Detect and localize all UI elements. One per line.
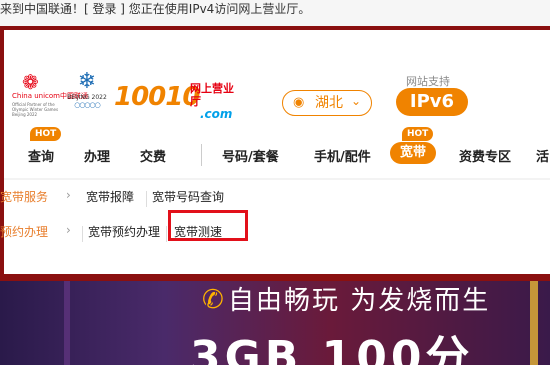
banner-decoration: [64, 281, 70, 365]
nav-divider: [201, 144, 202, 166]
site-logo-cn: 网上营业厅: [190, 82, 234, 108]
unicom-logo[interactable]: ❁ China unicom中国联通 Official Partner of t…: [12, 70, 88, 122]
nav-item-activity[interactable]: 活: [536, 146, 549, 165]
province-selector[interactable]: ◉ 湖北 ⌄: [282, 90, 372, 116]
submenu-link-reserve-broadband[interactable]: 宽带预约办理: [88, 223, 160, 240]
page-content: ❁ China unicom中国联通 Official Partner of t…: [0, 30, 550, 274]
link-divider: [82, 226, 83, 242]
promo-banner[interactable]: ✆ 自由畅玩 为发烧而生 3GB 100分: [0, 281, 550, 365]
hot-badge: HOT: [30, 127, 62, 141]
site-header: ❁ China unicom中国联通 Official Partner of t…: [4, 30, 550, 130]
chevron-right-icon: ›: [66, 223, 71, 237]
location-pin-icon: ◉: [293, 95, 305, 110]
nav-item-numbers-plans[interactable]: 号码/套餐: [222, 146, 279, 165]
olympic-rings-icon: ○○○○○: [74, 101, 101, 109]
chevron-down-icon: ⌄: [351, 94, 362, 108]
chevron-right-icon: ›: [66, 188, 71, 202]
banner-offer-text: 3GB 100分: [190, 332, 474, 365]
banner-decoration: [530, 281, 538, 365]
nav-item-tariff-zone[interactable]: 资费专区: [459, 146, 511, 165]
ipv6-badge[interactable]: IPv6: [396, 88, 468, 116]
submenu-row-reservation: 预约办理 › 宽带预约办理 宽带测速: [0, 223, 550, 253]
link-divider: [166, 226, 167, 242]
beijing-2022-logo: ❄ BEIJING 2022 ○○○○○: [66, 70, 108, 122]
main-nav: HOT 查询 办理 交费 号码/套餐 手机/配件 HOT 宽带 资费专区 活: [4, 127, 550, 180]
olympic-text: BEIJING 2022: [67, 94, 107, 101]
nav-item-phones-accessories[interactable]: 手机/配件: [314, 146, 371, 165]
page-frame: ❁ China unicom中国联通 Official Partner of t…: [0, 26, 550, 281]
submenu-link-fault-report[interactable]: 宽带报障: [86, 188, 134, 205]
province-label: 湖北: [315, 95, 343, 111]
broadband-submenu: 宽带服务 › 宽带报障 宽带号码查询 预约办理 › 宽带预约办理 宽带测速: [0, 180, 550, 274]
link-divider: [146, 191, 147, 207]
top-status-bar: 来到中国联通！[ 登录 ] 您正在使用IPv4访问网上营业厅。: [0, 0, 550, 26]
submenu-category[interactable]: 宽带服务: [0, 188, 48, 205]
welcome-text: 来到中国联通！[ 登录 ] 您正在使用IPv4访问网上营业厅。: [0, 2, 311, 16]
unicom-knot-icon: ❁: [22, 70, 39, 94]
site-logo-sub[interactable]: 网上营业厅 .com: [190, 82, 240, 121]
nav-item-query[interactable]: 查询: [28, 146, 54, 165]
submenu-category[interactable]: 预约办理: [0, 223, 48, 240]
unicom-partner-text: Official Partner of the Olympic Winter G…: [12, 102, 59, 117]
site-logo-number[interactable]: 10010: [114, 84, 200, 110]
winter-games-emblem-icon: ❄: [77, 69, 97, 94]
nav-item-handle[interactable]: 办理: [84, 146, 110, 165]
submenu-row-broadband-service: 宽带服务 › 宽带报障 宽带号码查询: [0, 188, 550, 218]
ipv6-caption: 网站支持: [406, 75, 450, 88]
speed-test-highlight-box: [168, 210, 248, 241]
phone-icon: ✆: [202, 285, 224, 315]
submenu-link-number-query[interactable]: 宽带号码查询: [152, 188, 224, 205]
nav-item-pay[interactable]: 交费: [140, 146, 166, 165]
nav-item-broadband[interactable]: 宽带: [390, 142, 437, 164]
hot-badge: HOT: [402, 127, 434, 141]
banner-slogan: 自由畅玩 为发烧而生: [228, 286, 491, 316]
site-logo-com: .com: [200, 107, 233, 121]
